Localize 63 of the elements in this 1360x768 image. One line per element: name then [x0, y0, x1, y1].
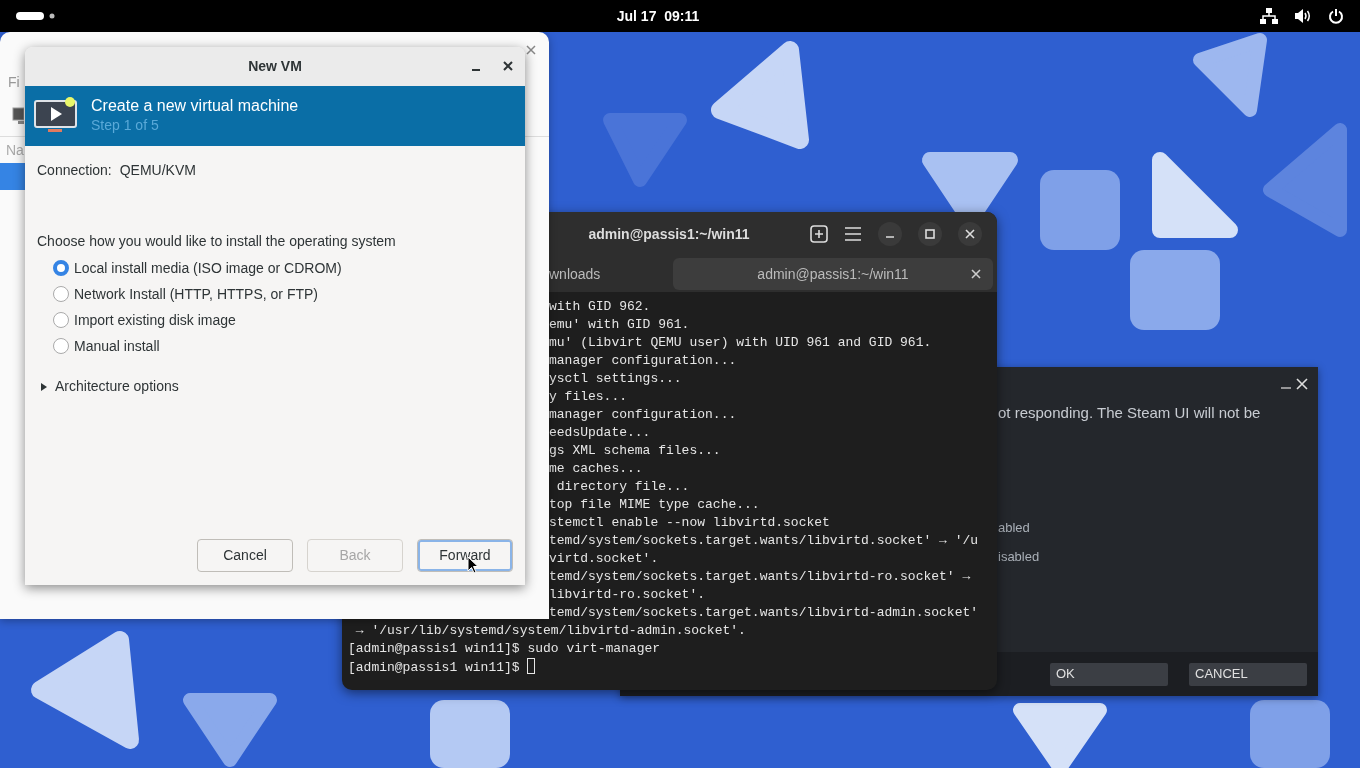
radio-option[interactable]: Network Install (HTTP, HTTPS, or FTP): [53, 281, 513, 307]
dialog-heading: Create a new virtual machine: [91, 95, 299, 116]
terminal-line: me caches...: [549, 461, 643, 476]
workspace-indicator[interactable]: [16, 12, 56, 20]
volume-icon[interactable]: [1294, 8, 1312, 24]
terminal-line: temd/system/sockets.target.wants/libvirtd-admin.socket': [549, 605, 979, 620]
text-cursor: [527, 658, 536, 674]
cancel-button[interactable]: CANCEL: [1189, 662, 1307, 686]
ok-button[interactable]: OK: [1050, 662, 1168, 686]
terminal-line: eedsUpdate...: [549, 425, 651, 440]
maximize-icon[interactable]: [918, 222, 942, 246]
terminal-line: with GID 962.: [549, 299, 651, 314]
field-value: QEMU/KVM: [119, 161, 196, 180]
close-icon[interactable]: [958, 222, 982, 246]
terminal-line: [admin@passis1 win11]$ sudo virt-manager: [348, 641, 661, 656]
field-label: Connection:: [37, 161, 112, 180]
terminal-line: emu' with GID 961.: [549, 317, 690, 332]
window-title: admin@passis1:~/win11: [588, 224, 750, 244]
dialog-button[interactable]: Forward: [417, 539, 513, 572]
expander-arrow-icon[interactable]: [41, 382, 47, 391]
menu-icon[interactable]: [844, 227, 862, 241]
radio-button[interactable]: [53, 312, 69, 328]
clock[interactable]: Jul 17 09:11: [616, 5, 700, 27]
minimize-icon[interactable]: [878, 222, 902, 246]
terminal-line: manager configuration...: [549, 407, 737, 422]
terminal-tab[interactable]: wnloads: [549, 258, 669, 290]
terminal-line: manager configuration...: [549, 353, 737, 368]
terminal-line: libvirtd-ro.socket'.: [549, 587, 706, 602]
message-text: ot responding. The Steam UI will not be: [998, 403, 1262, 423]
radio-button[interactable]: [53, 338, 69, 354]
window-title: New VM: [248, 57, 302, 76]
terminal-line: y files...: [549, 389, 627, 404]
terminal-line: temd/system/sockets.target.wants/libvirtd-ro.socket' →: [549, 569, 971, 584]
dialog-button[interactable]: Cancel: [197, 539, 293, 572]
radio-button[interactable]: [53, 260, 69, 276]
radio-option[interactable]: Import existing disk image: [53, 307, 513, 333]
option-label: isabled: [998, 548, 1041, 566]
radio-option[interactable]: Manual install: [53, 333, 513, 359]
expander[interactable]: Architecture options: [41, 376, 513, 397]
column-header: Na: [6, 142, 24, 158]
step-indicator: Step 1 of 5: [91, 116, 160, 136]
terminal-line: → '/usr/lib/systemd/system/libvirtd-admin.socket'.: [354, 623, 746, 638]
terminal-line: stemctl enable --now libvirtd.socket: [549, 515, 830, 530]
radio-option[interactable]: Local install media (ISO image or CDROM): [53, 255, 513, 281]
monitor-icon[interactable]: [12, 106, 24, 125]
power-icon[interactable]: [1328, 8, 1344, 24]
option-label: abled: [998, 518, 1031, 537]
section-prompt: Choose how you would like to install the operating system: [37, 232, 397, 251]
terminal-line: mu' (Libvirt QEMU user) with UID 961 and GID 961.: [549, 335, 932, 350]
terminal-tab[interactable]: admin@passis1:~/win11: [673, 258, 993, 290]
terminal-line: directory file...: [555, 479, 690, 494]
terminal-line: gs XML schema files...: [549, 443, 721, 458]
dialog-button: Back: [307, 539, 403, 572]
close-icon[interactable]: [503, 61, 513, 71]
network-icon[interactable]: [1260, 8, 1278, 24]
terminal-line: top file MIME type cache...: [549, 497, 760, 512]
monitor-play-icon: [34, 97, 78, 135]
terminal-line: ysctl settings...: [549, 371, 682, 386]
terminal-line: virtd.socket'.: [549, 551, 659, 566]
radio-button[interactable]: [53, 286, 69, 302]
new-tab-icon[interactable]: [810, 225, 828, 243]
terminal-line: temd/system/sockets.target.wants/libvirtd.socket' → '/u: [549, 533, 979, 548]
terminal-line: [admin@passis1 win11]$: [348, 660, 521, 675]
